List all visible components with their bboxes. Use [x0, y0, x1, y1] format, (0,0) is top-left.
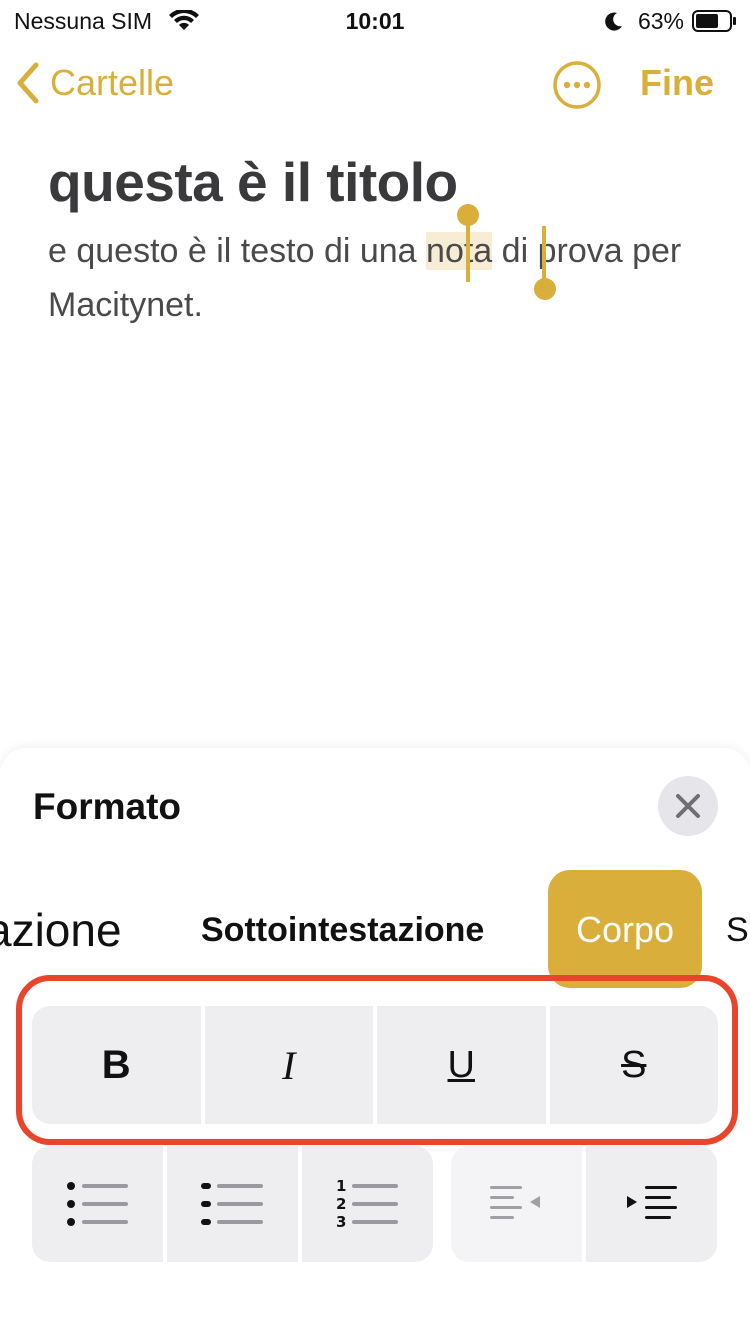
back-button[interactable]: Cartelle	[14, 58, 174, 108]
selection-start-handle[interactable]	[457, 204, 479, 226]
chevron-left-icon	[17, 62, 39, 104]
paragraph-style-strip[interactable]: azione Sottointestazione Corpo S	[0, 870, 750, 990]
svg-text:2: 2	[336, 1195, 346, 1213]
note-title[interactable]: questa è il titolo	[48, 150, 458, 214]
ellipsis-circle-icon	[553, 61, 601, 109]
style-subheading[interactable]: Sottointestazione	[201, 870, 484, 990]
status-bar: Nessuna SIM 10:01 63%	[0, 0, 750, 42]
battery-icon	[692, 10, 736, 32]
svg-text:3: 3	[336, 1213, 346, 1231]
done-button[interactable]: Fine	[640, 62, 714, 104]
style-body-selected[interactable]: Corpo	[548, 870, 702, 988]
note-body[interactable]: e questo è il testo di una nota di prova…	[48, 224, 728, 332]
numbered-list-icon: 1 2 3	[336, 1177, 398, 1231]
close-button[interactable]	[658, 776, 718, 836]
numbered-list-button[interactable]: 1 2 3	[302, 1146, 433, 1262]
selection-end-bar	[542, 226, 546, 284]
outdent-icon	[489, 1186, 540, 1219]
more-button[interactable]	[552, 60, 602, 110]
annotation-highlight	[16, 975, 738, 1145]
dashed-list-button[interactable]	[167, 1146, 298, 1262]
style-heading[interactable]: azione	[0, 870, 122, 990]
indent-button[interactable]	[586, 1146, 717, 1262]
selection-end-handle[interactable]	[534, 278, 556, 300]
format-sheet-title: Formato	[33, 786, 181, 827]
dashed-list-icon	[200, 1183, 263, 1225]
moon-icon	[605, 12, 622, 31]
close-icon	[676, 794, 700, 818]
battery-percentage: 63%	[637, 8, 684, 34]
note-body-text-before: e questo è il testo di una	[48, 232, 427, 270]
list-format-row: 1 2 3	[32, 1146, 433, 1262]
indent-icon	[626, 1186, 677, 1219]
bulleted-list-icon	[66, 1182, 128, 1226]
outdent-button[interactable]	[451, 1146, 582, 1262]
selected-text[interactable]: nota	[426, 232, 493, 270]
bulleted-list-button[interactable]	[32, 1146, 163, 1262]
selection-start-bar	[466, 224, 470, 282]
indent-row	[451, 1146, 717, 1262]
back-label: Cartelle	[50, 62, 175, 103]
style-monospace[interactable]: S	[726, 870, 749, 990]
svg-text:1: 1	[336, 1177, 346, 1195]
